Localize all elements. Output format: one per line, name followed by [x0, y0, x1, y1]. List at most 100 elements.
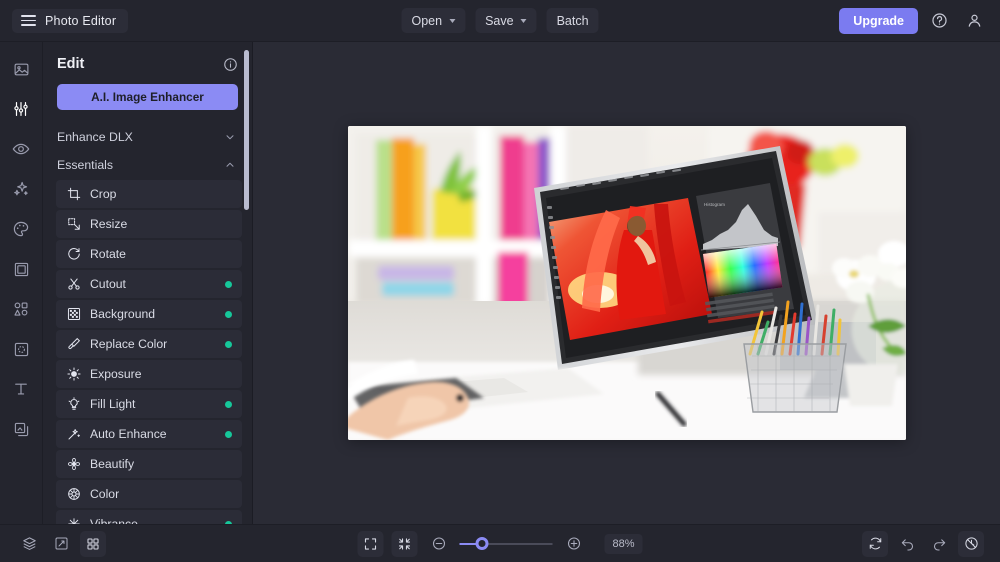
image-icon [14, 63, 28, 75]
rotate-icon [66, 247, 81, 262]
rail-item-image[interactable] [6, 54, 36, 84]
tool-item-rotate[interactable]: Rotate [56, 240, 242, 268]
palette-icon [13, 221, 29, 237]
top-right-actions: Upgrade [839, 7, 988, 34]
tool-rail [0, 42, 43, 524]
save-menu-button[interactable]: Save [475, 8, 537, 33]
chevron-up-icon [224, 159, 236, 171]
layers-button[interactable] [16, 531, 42, 557]
tool-item-replace-color[interactable]: Replace Color [56, 330, 242, 358]
color-wheel-icon [66, 487, 81, 502]
section-enhance-dlx-label: Enhance DLX [57, 130, 133, 144]
checkerboard-glyph [67, 307, 80, 321]
new-badge-dot [225, 340, 232, 348]
bottom-left-tools [16, 530, 106, 557]
tool-item-beautify[interactable]: Beautify [56, 450, 242, 478]
tool-item-resize[interactable]: Resize [56, 210, 242, 238]
compare-button[interactable] [48, 531, 74, 557]
info-button[interactable] [223, 57, 238, 72]
rail-item-frame[interactable] [6, 254, 36, 284]
upgrade-button[interactable]: Upgrade [839, 7, 918, 34]
tool-label: Beautify [90, 457, 135, 471]
rail-item-effects[interactable] [6, 174, 36, 204]
tool-item-vibrance[interactable]: Vibrance [56, 510, 242, 524]
tool-item-exposure[interactable]: Exposure [56, 360, 242, 388]
checkerboard-icon [66, 307, 81, 322]
section-enhance-dlx[interactable]: Enhance DLX [43, 124, 242, 150]
zoom-out-icon [432, 537, 445, 550]
sticker-icon [14, 342, 28, 356]
account-button[interactable] [961, 7, 988, 34]
zoom-level-value[interactable]: 88% [604, 533, 643, 554]
chevron-down-icon [520, 19, 527, 23]
sparkles-icon [14, 181, 28, 196]
bulb-icon [66, 397, 81, 412]
crop-icon [66, 187, 81, 202]
zoom-slider-handle[interactable] [475, 537, 489, 550]
bottom-bar: 88% [0, 524, 1000, 562]
eye-icon [12, 143, 30, 155]
tool-label: Background [90, 307, 156, 321]
tool-item-auto-enhance[interactable]: Auto Enhance [56, 420, 242, 448]
batch-button[interactable]: Batch [546, 8, 599, 33]
rail-item-preview[interactable] [6, 134, 36, 164]
tool-item-color[interactable]: Color [56, 480, 242, 508]
panel-scrollbar[interactable] [244, 50, 249, 210]
help-circle-icon [932, 13, 947, 28]
zoom-slider-track[interactable] [459, 537, 553, 550]
zoom-in-button[interactable] [561, 531, 587, 557]
user-icon [968, 14, 981, 27]
undo-button[interactable] [894, 531, 920, 557]
tool-label: Auto Enhance [90, 427, 167, 441]
grid-button[interactable] [80, 530, 106, 557]
rail-item-adjust[interactable] [6, 94, 36, 124]
layers-icon [22, 537, 36, 550]
rail-item-shapes[interactable] [6, 294, 36, 324]
redo-button[interactable] [926, 531, 952, 557]
rail-item-stickers[interactable] [6, 334, 36, 364]
text-icon [15, 383, 27, 395]
photo-editor-window: Photo Editor Open Save Batch Upgrade Edi… [0, 0, 1000, 562]
history-icon [964, 537, 978, 550]
undo-icon [901, 539, 913, 551]
top-center-menus: Open Save Batch [401, 8, 599, 33]
layers-copy-icon [14, 422, 28, 436]
scissors-icon [66, 277, 81, 292]
rail-item-text[interactable] [6, 374, 36, 404]
app-menu-button[interactable]: Photo Editor [12, 8, 129, 33]
open-menu-button[interactable]: Open [401, 8, 466, 33]
tool-label: Fill Light [90, 397, 136, 411]
reset-button[interactable] [862, 530, 888, 557]
history-button[interactable] [958, 530, 984, 557]
panel-scroll-region: Enhance DLX Essentials Crop Resize Rotat… [43, 124, 252, 524]
essentials-item-list: Crop Resize Rotate Cutout Background Rep… [43, 180, 242, 524]
info-circle-icon [224, 57, 237, 71]
svg-text:Histogram: Histogram [704, 202, 725, 207]
batch-label: Batch [556, 13, 589, 28]
redo-icon [933, 539, 945, 551]
section-essentials[interactable]: Essentials [43, 152, 242, 178]
zoom-in-icon [567, 537, 580, 550]
hamburger-icon [21, 15, 36, 26]
photo-illustration: Histogram [347, 126, 906, 440]
rail-item-layers[interactable] [6, 414, 36, 444]
tool-item-crop[interactable]: Crop [56, 180, 242, 208]
tool-item-cutout[interactable]: Cutout [56, 270, 242, 298]
tool-item-fill-light[interactable]: Fill Light [56, 390, 242, 418]
zoom-out-button[interactable] [426, 531, 452, 557]
grid-icon [87, 537, 99, 550]
canvas-area[interactable]: Histogram [253, 42, 1000, 524]
fit-screen-button[interactable] [357, 530, 384, 557]
actual-size-button[interactable] [391, 530, 418, 557]
tool-label: Cutout [90, 277, 126, 291]
tool-label: Exposure [90, 367, 142, 381]
tool-item-background[interactable]: Background [56, 300, 242, 328]
ai-image-enhancer-button[interactable]: A.I. Image Enhancer [57, 84, 238, 110]
edited-photo[interactable]: Histogram [347, 126, 906, 440]
new-badge-dot [225, 310, 232, 318]
help-button[interactable] [926, 7, 953, 34]
rail-item-color[interactable] [6, 214, 36, 244]
section-essentials-label: Essentials [57, 158, 114, 172]
new-badge-dot [225, 280, 232, 288]
zoom-slider[interactable] [459, 537, 553, 550]
